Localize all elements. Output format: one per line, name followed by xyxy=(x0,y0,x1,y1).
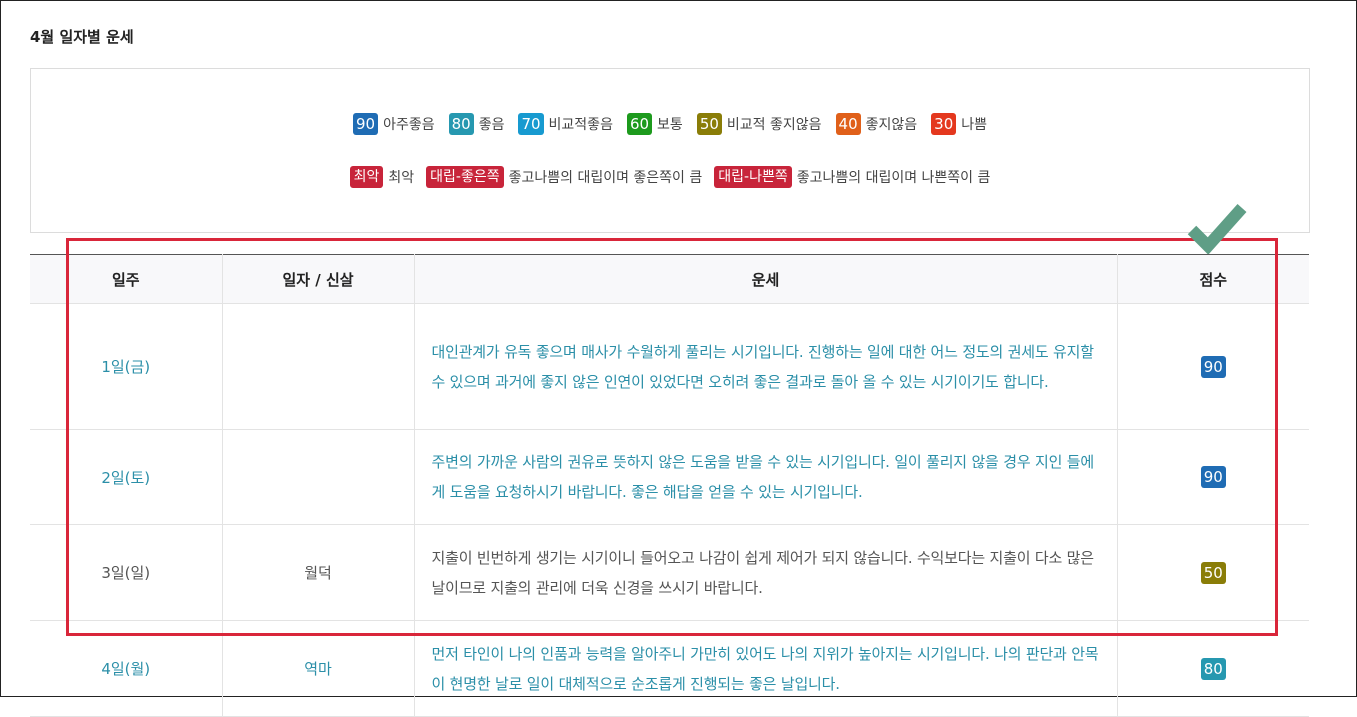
legend-label: 좋음 xyxy=(478,117,505,133)
score-cell: 80 xyxy=(1117,620,1309,717)
score-badge: 90 xyxy=(352,113,379,135)
table-row: 1일(금) 대인관계가 유독 좋으며 매사가 수월하게 풀리는 시기입니다. 진… xyxy=(30,303,1309,430)
fortune-cell: 대인관계가 유독 좋으며 매사가 수월하게 풀리는 시기입니다. 진행하는 일에… xyxy=(414,303,1118,430)
legend-special-row: 최악 최악 대립-좋은쪽 좋고나쁨의 대립이며 좋은쪽이 큼 대립-나쁜쪽 좋고… xyxy=(31,166,1309,188)
score-badge: 80 xyxy=(1200,657,1226,680)
legend-item-60: 60 보통 xyxy=(626,113,683,135)
fortune-cell: 주변의 가까운 사람의 권유로 뜻하지 않은 도움을 받을 수 있는 시기입니다… xyxy=(414,429,1118,525)
score-badge: 40 xyxy=(835,113,861,135)
table-row: 4일(월) 역마 먼저 타인이 나의 인품과 능력을 알아주니 가만히 있어도 … xyxy=(30,620,1309,717)
score-badge: 90 xyxy=(1200,466,1226,488)
legend-item-conflict-bad: 대립-나쁜쪽 좋고나쁨의 대립이며 나쁜쪽이 큼 xyxy=(714,166,990,188)
legend-item-50: 50 비교적 좋지않음 xyxy=(696,113,822,135)
score-badge: 60 xyxy=(626,113,653,135)
score-badge: 80 xyxy=(448,113,474,135)
day-cell: 1일(금) xyxy=(30,303,223,430)
legend-item-70: 70 비교적좋음 xyxy=(518,113,613,135)
legend-item-worst: 최악 최악 xyxy=(349,166,415,188)
score-cell: 90 xyxy=(1117,303,1309,430)
table-row: 3일(일) 월덕 지출이 빈번하게 생기는 시기이니 들어오고 나감이 쉽게 제… xyxy=(30,524,1309,621)
score-cell: 90 xyxy=(1117,429,1309,525)
score-cell: 50 xyxy=(1117,524,1309,621)
day-cell: 3일(일) xyxy=(30,524,223,621)
score-badge: 30 xyxy=(931,113,957,135)
header-score: 점수 xyxy=(1117,254,1309,304)
legend-item-conflict-good: 대립-좋은쪽 좋고나쁨의 대립이며 좋은쪽이 큼 xyxy=(426,166,702,188)
legend-label: 비교적좋음 xyxy=(548,117,613,133)
score-badge: 90 xyxy=(1200,355,1226,378)
legend-label: 아주좋음 xyxy=(383,117,435,133)
legend-item-30: 30 나쁨 xyxy=(931,113,987,135)
special-badge: 대립-나쁜쪽 xyxy=(714,166,792,188)
day-cell: 2일(토) xyxy=(30,429,223,525)
fortune-cell: 먼저 타인이 나의 인품과 능력을 알아주니 가만히 있어도 나의 지위가 높아… xyxy=(414,620,1118,717)
legend-label: 좋고나쁨의 대립이며 나쁜쪽이 큼 xyxy=(796,170,991,186)
legend-label: 나쁨 xyxy=(961,117,988,133)
header-fortune: 운세 xyxy=(414,254,1118,304)
day-cell: 4일(월) xyxy=(30,620,223,717)
special-badge: 최악 xyxy=(349,166,384,188)
date-cell: 역마 xyxy=(222,620,415,717)
legend-label: 최악 xyxy=(388,170,415,186)
legend-label: 보통 xyxy=(657,117,683,133)
checkmark-icon xyxy=(1187,203,1247,254)
legend-label: 비교적 좋지않음 xyxy=(726,117,822,133)
table-header-row: 일주 일자 / 신살 운세 점수 xyxy=(30,254,1309,304)
legend-item-40: 40 좋지않음 xyxy=(835,113,918,135)
score-badge: 70 xyxy=(518,113,544,135)
fortune-cell: 지출이 빈번하게 생기는 시기이니 들어오고 나감이 쉽게 제어가 되지 않습니… xyxy=(414,524,1118,621)
table-row: 2일(토) 주변의 가까운 사람의 권유로 뜻하지 않은 도움을 받을 수 있는… xyxy=(30,429,1309,525)
legend-scores-row: 90 아주좋음 80 좋음 70 비교적좋음 60 보통 50 비교적 좋지않음… xyxy=(31,113,1309,135)
daily-fortune-table: 일주 일자 / 신살 운세 점수 1일(금) 대인관계가 유독 좋으며 매사가 … xyxy=(30,254,1309,717)
score-badge: 50 xyxy=(696,113,722,135)
legend-item-80: 80 좋음 xyxy=(448,113,505,135)
header-date: 일자 / 신살 xyxy=(222,254,415,304)
score-badge: 50 xyxy=(1200,561,1226,584)
special-badge: 대립-좋은쪽 xyxy=(426,166,504,188)
header-day: 일주 xyxy=(30,254,223,304)
page-title: 4월 일자별 운세 xyxy=(30,28,134,46)
date-cell: 월덕 xyxy=(222,524,415,621)
legend-label: 좋지않음 xyxy=(865,117,918,133)
date-cell xyxy=(222,429,415,525)
date-cell xyxy=(222,303,415,430)
score-legend: 90 아주좋음 80 좋음 70 비교적좋음 60 보통 50 비교적 좋지않음… xyxy=(30,68,1310,233)
legend-item-90: 90 아주좋음 xyxy=(352,113,435,135)
legend-label: 좋고나쁨의 대립이며 좋은쪽이 큼 xyxy=(508,170,703,186)
